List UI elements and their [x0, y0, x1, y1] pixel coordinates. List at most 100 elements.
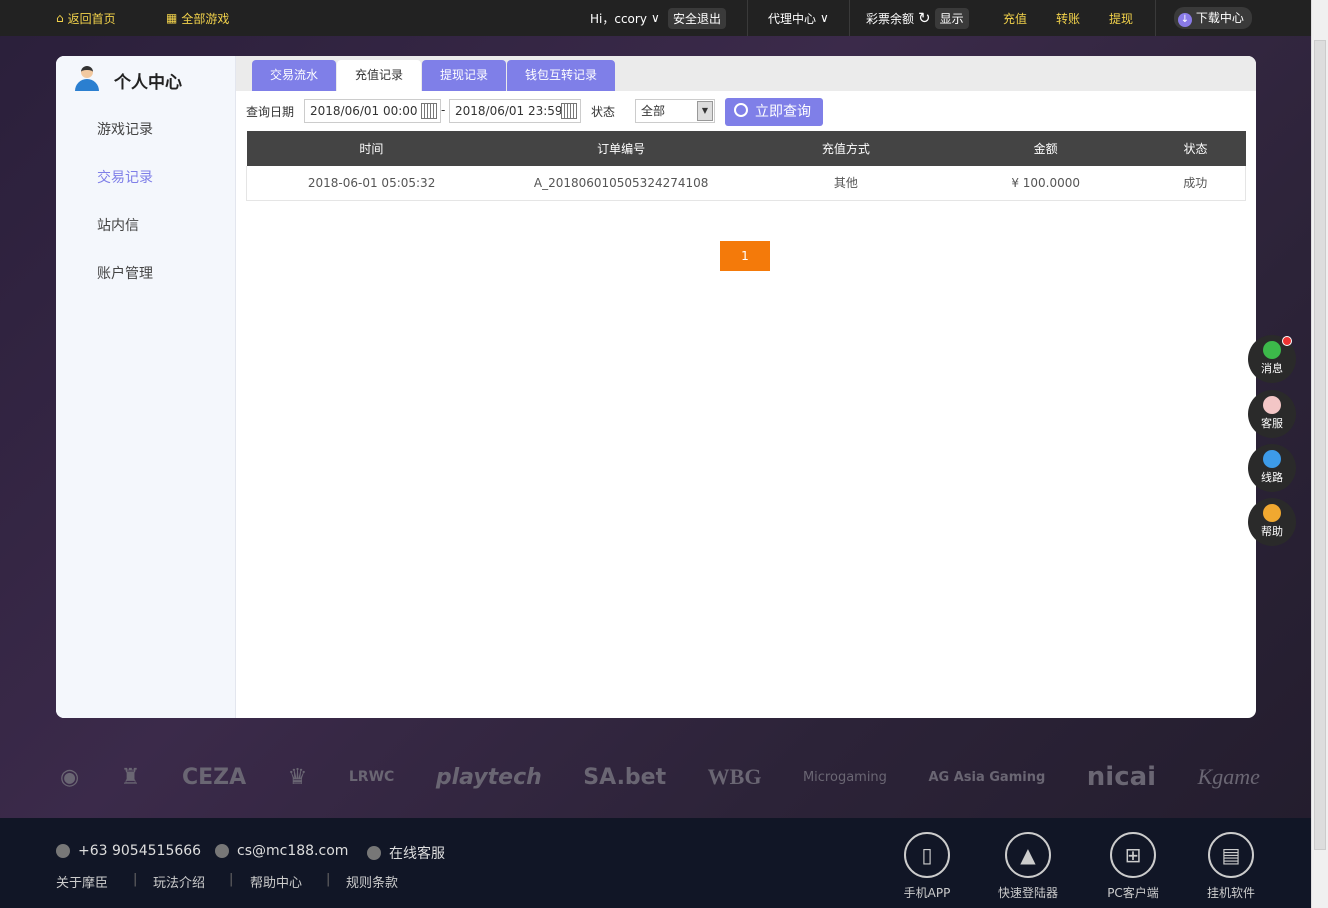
calendar-icon[interactable]: [421, 103, 437, 119]
col-order-id: 订单编号: [496, 131, 747, 166]
show-balance-button[interactable]: 显示: [934, 7, 969, 29]
tab-bar: 交易流水 充值记录 提现记录 钱包互转记录: [236, 56, 1256, 91]
end-date-input[interactable]: 2018/06/01 23:59: [449, 99, 581, 123]
user-menu[interactable]: Hi，ccory ∨: [590, 0, 660, 36]
all-games-label: 全部游戏: [181, 11, 230, 26]
float-label: 线路: [1261, 471, 1283, 484]
transfer-link[interactable]: 转账: [1056, 0, 1080, 36]
partner-logo: Microgaming: [802, 769, 887, 785]
float-label: 帮助: [1261, 525, 1283, 538]
page-1-button[interactable]: 1: [720, 241, 770, 271]
footer-link-about[interactable]: 关于摩臣: [56, 872, 108, 891]
footer-link-help[interactable]: 帮助中心: [250, 872, 302, 891]
download-center-button[interactable]: ↓ 下载中心: [1174, 7, 1252, 29]
download-bot-software[interactable]: ▤ 挂机软件: [1201, 832, 1261, 901]
chat-icon: [1263, 341, 1281, 359]
divider: [747, 0, 748, 36]
partner-logo: CEZA: [181, 764, 247, 790]
partner-logo: nicai: [1086, 762, 1157, 792]
divider: |: [229, 872, 234, 887]
agent-icon: [1263, 396, 1281, 414]
chevron-down-icon: ∨: [820, 11, 829, 25]
partner-logo: WBG: [707, 764, 762, 789]
coat-of-arms-logo: ♛: [287, 764, 308, 790]
divider: |: [133, 872, 138, 887]
online-support-link[interactable]: 在线客服: [389, 843, 445, 863]
tab-deposit-records[interactable]: 充值记录: [337, 60, 421, 91]
scrollbar[interactable]: [1311, 0, 1328, 908]
home-icon: ⌂: [56, 11, 64, 25]
sidebar-title: 个人中心: [114, 73, 182, 93]
crest-logo: ♜: [120, 764, 141, 790]
table-header: 时间 订单编号 充值方式 金额 状态: [246, 131, 1246, 166]
date-label: 查询日期: [246, 105, 295, 119]
scrollbar-thumb[interactable]: [1314, 40, 1326, 850]
agent-menu[interactable]: 代理中心 ∨: [768, 0, 829, 36]
start-date-input[interactable]: 2018/06/01 00:00: [304, 99, 441, 123]
cell-amount: ¥ 100.0000: [945, 166, 1146, 201]
top-bar: ⌂ 返回首页 ▦ 全部游戏 Hi，ccory ∨ 安全退出 代理中心 ∨ 彩票余额 ↻ 显示…: [0, 0, 1311, 36]
divider: [1155, 0, 1156, 36]
sidebar-item-messages[interactable]: 站内信: [97, 215, 139, 235]
footer-link-gameplay[interactable]: 玩法介绍: [153, 872, 205, 891]
chevron-down-icon: ▼: [697, 101, 713, 121]
emblem-logo: ◉: [60, 764, 80, 790]
logout-button[interactable]: 安全退出: [668, 7, 727, 29]
divider: [849, 0, 850, 36]
windows-icon: ⊞: [1110, 832, 1156, 878]
refresh-icon[interactable]: ↻: [918, 9, 931, 27]
sidebar-item-game-records[interactable]: 游戏记录: [97, 119, 153, 139]
speedometer-icon: [1263, 450, 1281, 468]
col-method: 充值方式: [746, 131, 946, 166]
phone-device-icon: ▯: [904, 832, 950, 878]
search-button[interactable]: 立即查询: [725, 98, 823, 126]
user-avatar-icon: [74, 66, 100, 92]
divider: |: [326, 872, 331, 887]
col-amount: 金额: [945, 131, 1146, 166]
sidebar: 个人中心 游戏记录 交易记录 站内信 账户管理: [56, 56, 236, 718]
support-icon: [367, 846, 381, 860]
sidebar-item-transaction-records[interactable]: 交易记录: [97, 167, 153, 187]
start-date-value: 2018/06/01 00:00: [310, 104, 418, 118]
search-icon: [734, 103, 748, 117]
status-select[interactable]: 全部 ▼: [635, 99, 715, 123]
notification-dot: [1282, 336, 1292, 346]
balance-label: 彩票余额: [866, 11, 915, 26]
home-link[interactable]: ⌂ 返回首页: [56, 0, 116, 36]
tab-withdraw-records[interactable]: 提现记录: [422, 60, 506, 91]
float-support-button[interactable]: 客服: [1248, 390, 1296, 438]
question-icon: [1263, 504, 1281, 522]
home-label: 返回首页: [67, 11, 116, 26]
download-label: 快速登陆器: [998, 886, 1059, 900]
withdraw-link[interactable]: 提现: [1109, 0, 1133, 36]
agent-label: 代理中心: [768, 11, 817, 26]
download-mobile-app[interactable]: ▯ 手机APP: [897, 832, 957, 901]
machine-icon: ▤: [1208, 832, 1254, 878]
deposit-link[interactable]: 充值: [1003, 0, 1027, 36]
tab-wallet-transfer-records[interactable]: 钱包互转记录: [507, 60, 615, 91]
table-row: 2018-06-01 05:05:32 A_201806010505324274…: [246, 166, 1246, 201]
personal-center-panel: 个人中心 游戏记录 交易记录 站内信 账户管理 交易流水 充值记录 提现记录 钱…: [56, 56, 1256, 718]
cell-order-id: A_201806010505324274108: [496, 166, 747, 201]
partner-logo: SA.bet: [583, 764, 667, 790]
sidebar-item-account[interactable]: 账户管理: [97, 263, 153, 283]
download-pc-client[interactable]: ⊞ PC客户端: [1103, 832, 1163, 901]
download-quick-launcher[interactable]: ▲ 快速登陆器: [998, 832, 1058, 901]
float-routes-button[interactable]: 线路: [1248, 444, 1296, 492]
footer-link-rules[interactable]: 规则条款: [346, 872, 398, 891]
rocket-icon: ▲: [1005, 832, 1051, 878]
calendar-icon[interactable]: [561, 103, 577, 119]
float-messages-button[interactable]: 消息: [1248, 335, 1296, 383]
partner-logos: ◉ ♜ CEZA ♛ LRWC playtech SA.bet WBG Micr…: [60, 752, 1260, 802]
download-label: PC客户端: [1107, 886, 1159, 900]
grid-icon: ▦: [166, 11, 178, 25]
all-games-link[interactable]: ▦ 全部游戏: [166, 0, 229, 36]
phone-icon: [56, 844, 70, 858]
footer: +63 9054515666 cs@mc188.com 在线客服 关于摩臣 | …: [0, 818, 1311, 908]
email-address[interactable]: cs@mc188.com: [237, 843, 348, 859]
float-help-button[interactable]: 帮助: [1248, 498, 1296, 546]
main-content: 交易流水 充值记录 提现记录 钱包互转记录 查询日期 2018/06/01 00…: [236, 56, 1256, 718]
partner-logo: Kgame: [1197, 764, 1260, 789]
tab-transaction-flow[interactable]: 交易流水: [252, 60, 336, 91]
download-label: 手机APP: [903, 886, 951, 900]
